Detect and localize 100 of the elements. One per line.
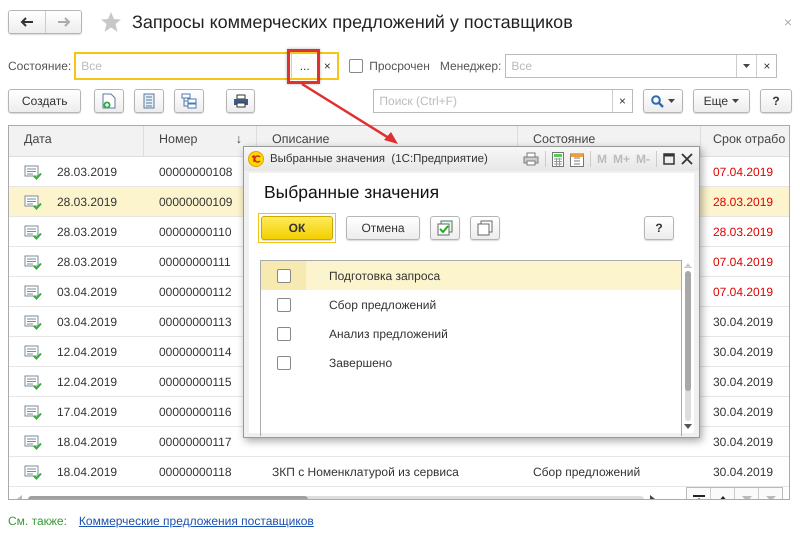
deadline-cell-text: 28.03.2019 (712, 224, 774, 240)
value-row[interactable]: Сбор предложений (261, 290, 681, 319)
number-cell-text: 00000000113 (158, 314, 233, 330)
create-button[interactable]: Создать (8, 89, 82, 113)
date-cell: 18.04.2019 (57, 434, 118, 448)
add-copy-button[interactable] (94, 89, 124, 113)
number-cell-text: 00000000108 (158, 164, 234, 180)
document-check-icon (24, 434, 42, 450)
state-cell-text: Сбор предложений (532, 464, 642, 480)
value-label: Сбор предложений (329, 298, 436, 312)
dialog-title: Выбранные значения (1С:Предприятие) (270, 153, 488, 165)
document-check-icon (24, 194, 42, 210)
print-button[interactable] (226, 89, 256, 113)
deadline-cell-text: 30.04.2019 (712, 374, 774, 390)
sort-arrow[interactable]: ↓ (236, 132, 242, 146)
value-row[interactable]: Завершено (261, 348, 681, 377)
search-icon (650, 94, 664, 108)
number-cell-text: 00000000117 (158, 434, 233, 450)
document-check-icon (24, 284, 42, 300)
state-label: Состояние: (8, 59, 72, 73)
value-row[interactable]: Анализ предложений (261, 319, 681, 348)
hierarchy-icon (180, 93, 197, 109)
search-field[interactable]: Поиск (Ctrl+F) × (373, 89, 633, 113)
checkbox[interactable] (276, 356, 290, 370)
highlight-frame (287, 49, 320, 84)
calendar-icon[interactable] (570, 152, 584, 166)
more-button[interactable]: Еще (692, 89, 750, 113)
caret-icon (732, 99, 740, 103)
number-cell-text: 00000000116 (158, 404, 233, 420)
app-logo-icon (248, 151, 264, 167)
close-icon[interactable] (681, 153, 693, 165)
help-button[interactable]: ? (644, 216, 674, 240)
document-check-icon (24, 224, 42, 240)
date-cell: 28.03.2019 (57, 254, 118, 268)
manager-label: Менеджер: (440, 59, 502, 73)
number-cell-text: 00000000111 (158, 254, 232, 270)
deadline-cell-text: 07.04.2019 (712, 284, 774, 300)
value-label: Анализ предложений (329, 326, 448, 340)
cancel-button[interactable]: Отмена (346, 216, 420, 240)
date-cell: 03.04.2019 (57, 284, 118, 298)
deadline-cell-text: 07.04.2019 (712, 164, 774, 180)
document-check-icon (24, 164, 42, 180)
number-cell-text: 00000000112 (158, 284, 233, 300)
overdue-checkbox[interactable] (349, 59, 364, 73)
date-cell: 28.03.2019 (57, 194, 118, 208)
date-cell: 28.03.2019 (57, 164, 118, 178)
overdue-label: Просрочен (369, 59, 430, 73)
document-check-icon (24, 314, 42, 330)
column-header[interactable]: Дата (9, 126, 144, 156)
deadline-cell-text: 30.04.2019 (712, 464, 774, 480)
calculator-icon[interactable] (552, 152, 564, 166)
manager-field[interactable]: Все × (505, 54, 778, 78)
document-plus-icon (102, 93, 116, 109)
checkbox[interactable] (276, 268, 290, 282)
stack-icon (477, 220, 493, 236)
uncheck-all-button[interactable] (470, 216, 500, 240)
column-header[interactable]: Срок отрабо (701, 126, 789, 156)
checkbox[interactable] (276, 298, 290, 312)
date-cell: 17.04.2019 (57, 404, 118, 418)
date-cell: 12.04.2019 (57, 344, 118, 358)
document-check-icon (24, 464, 42, 480)
help-button[interactable]: ? (760, 89, 792, 113)
structure-button[interactable] (174, 89, 204, 113)
back-arrow-icon (20, 17, 34, 27)
state-field[interactable]: Все ... × (74, 52, 340, 80)
back-button[interactable] (9, 11, 45, 33)
list-button[interactable] (134, 89, 164, 113)
column-header[interactable]: Номер (159, 132, 198, 146)
maximize-icon[interactable] (663, 153, 675, 165)
caret-icon (743, 64, 750, 68)
forward-arrow-icon (56, 17, 70, 27)
date-cell: 12.04.2019 (57, 374, 118, 388)
document-check-icon (24, 344, 42, 360)
deadline-cell-text: 30.04.2019 (712, 344, 774, 360)
number-cell-text: 00000000115 (158, 374, 233, 390)
checked-stack-icon (437, 220, 453, 236)
date-cell: 28.03.2019 (57, 224, 118, 238)
list-icon (143, 93, 156, 109)
checkbox[interactable] (276, 326, 290, 340)
check-all-button[interactable] (430, 216, 460, 240)
date-cell: 03.04.2019 (57, 314, 118, 328)
navigation-bar[interactable] (8, 10, 82, 34)
value-row[interactable]: Подготовка запроса (261, 261, 681, 290)
deadline-cell-text: 30.04.2019 (712, 434, 774, 450)
see-also-label: См. также: (8, 514, 67, 528)
value-label: Подготовка запроса (329, 268, 440, 282)
search-button[interactable] (642, 89, 683, 113)
printer-icon[interactable] (522, 152, 539, 166)
dialog-heading: Выбранные значения (263, 181, 440, 204)
document-check-icon (24, 254, 42, 270)
description-cell-text: ЗКП с Номенклатурой из сервиса (271, 464, 460, 480)
number-cell-text: 00000000114 (158, 344, 233, 360)
related-link[interactable]: Коммерческие предложения поставщиков (78, 514, 314, 528)
deadline-cell-text: 07.04.2019 (712, 254, 774, 270)
table-row[interactable]: 18.04.2019 00000000118 ЗКП с Номенклатурой из сервиса Сбор предложений 30.04.2019 (9, 457, 789, 487)
date-cell: 18.04.2019 (57, 464, 118, 478)
scroll-down-icon (684, 424, 692, 429)
window-title: Запросы коммерческих предложений у поставщиков (132, 12, 573, 32)
ok-button[interactable]: ОК (261, 216, 333, 240)
star-icon[interactable] (100, 11, 122, 33)
